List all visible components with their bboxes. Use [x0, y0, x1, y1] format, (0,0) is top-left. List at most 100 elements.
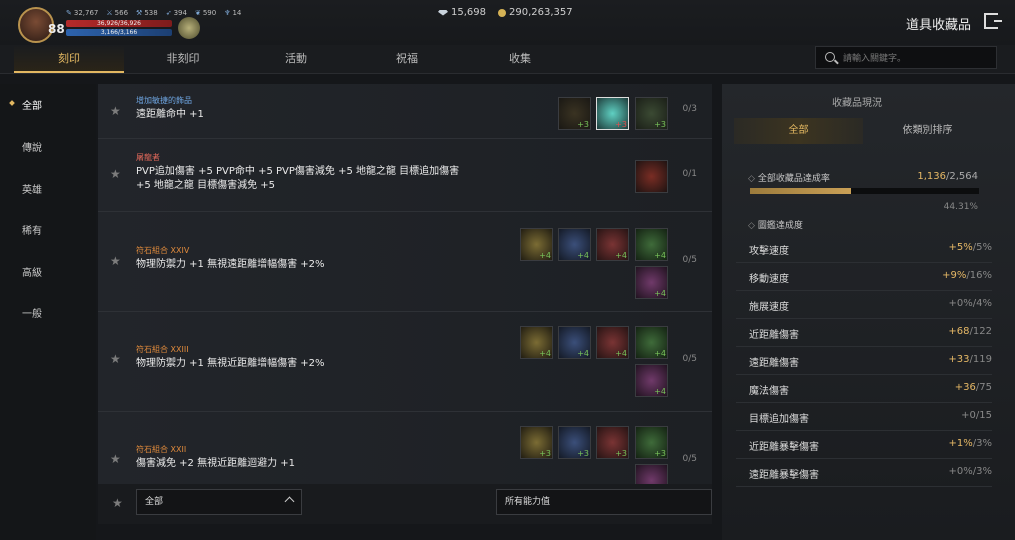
diamond-bullet-icon: ◇: [748, 221, 755, 231]
sidebar-item-heroic[interactable]: 英雄: [22, 181, 42, 196]
collection-effect: 傷害減免 +2 無視近距離迴避力 +1: [136, 458, 296, 469]
stat-value: +0/15: [961, 410, 992, 421]
rune-stone-item-icon[interactable]: +3: [596, 426, 629, 459]
rune-stone-item-icon[interactable]: +3: [635, 426, 668, 459]
collection-category: 屠龍者: [136, 153, 160, 162]
rune-stone-item-icon[interactable]: +4: [596, 326, 629, 359]
rune-stone-item-icon[interactable]: +4: [558, 326, 591, 359]
sidebar-item-all[interactable]: 全部: [22, 97, 42, 112]
panel-tabs: 全部 依類別排序: [734, 118, 992, 144]
guild-emblem-icon[interactable]: [178, 17, 200, 39]
rune-stone-item-icon[interactable]: +3: [520, 426, 553, 459]
overall-section: ◇ 全部收藏品達成率: [748, 174, 830, 184]
sidebar-item-advanced[interactable]: 高級: [22, 264, 42, 279]
rune-stone-item-icon[interactable]: +3: [558, 426, 591, 459]
diamond-count: 15,698: [451, 7, 486, 18]
tab-collect[interactable]: 收集: [465, 45, 575, 73]
list-item[interactable]: ★ 符石組合 XXIV 物理防禦力 +1 無視遠距離增幅傷害 +2% +4 +4…: [98, 212, 712, 312]
favorite-filter-star-icon[interactable]: ★: [112, 496, 123, 510]
top-bar: 88 ✎ 32,767 ⚔ 566 ⚒ 538 ➶ 394 ❦ 590 ♆ 14 36,92…: [0, 0, 1015, 45]
collection-count: 0/1: [682, 169, 697, 179]
gem-item-icon[interactable]: +3: [596, 97, 629, 130]
list-item[interactable]: ★ 符石組合 XXII 傷害減免 +2 無視近距離迴避力 +1 +3 +3 +3…: [98, 412, 712, 484]
tab-event[interactable]: 活動: [241, 45, 351, 73]
favorite-star-icon[interactable]: ★: [110, 452, 121, 466]
collection-effect: PVP追加傷害 +5 PVP命中 +5 PVP傷害減免 +5 地龍之龍 目標追加…: [136, 166, 460, 191]
stat-row: 施展速度 +0%/4%: [736, 290, 992, 319]
rune-icon: ♆: [224, 9, 231, 17]
tab-engraved[interactable]: 刻印: [14, 45, 124, 73]
list-item[interactable]: ★ 屠龍者 PVP追加傷害 +5 PVP命中 +5 PVP傷害減免 +5 地龍之…: [98, 139, 712, 212]
stat-value: +1%/3%: [948, 438, 992, 449]
bow-icon: ➶: [165, 9, 172, 17]
rune-stone-item-icon[interactable]: +4: [635, 228, 668, 261]
rune-stone-item-icon[interactable]: +4: [520, 326, 553, 359]
hp-bar: 36,926/36,926: [66, 20, 172, 27]
grade-sidebar: 全部 傳說 英雄 稀有 高級 一般: [0, 84, 96, 540]
filter-bar: ★ 全部 所有能力值: [98, 484, 712, 524]
chevron-up-icon: [284, 496, 295, 507]
character-level: 88: [48, 22, 65, 36]
collection-count: 0/5: [682, 255, 697, 265]
stat-value: +0%/3%: [948, 466, 992, 477]
tab-blessing[interactable]: 祝福: [352, 45, 462, 73]
stat-name: 遠距離暴擊傷害: [749, 470, 819, 481]
overall-progress-fill: [750, 188, 852, 194]
collection-effect: 遠距離命中 +1: [136, 109, 204, 120]
tab-non-engraved[interactable]: 非刻印: [128, 45, 238, 73]
rune-stone-item-icon[interactable]: +4: [635, 326, 668, 359]
character-stats: ✎ 32,767 ⚔ 566 ⚒ 538 ➶ 394 ❦ 590 ♆ 14: [66, 9, 241, 17]
sidebar-item-legendary[interactable]: 傳說: [22, 139, 42, 154]
rune-stone-item-icon[interactable]: +4: [635, 364, 668, 397]
rune-stone-item-icon[interactable]: +4: [558, 228, 591, 261]
rune-stat: ♆ 14: [224, 9, 242, 17]
sidebar-item-rare[interactable]: 稀有: [22, 222, 42, 237]
exit-icon[interactable]: [984, 13, 1002, 29]
rune-stone-item-icon[interactable]: +4: [520, 228, 553, 261]
wing-icon: ❦: [194, 9, 201, 17]
search-box[interactable]: [815, 46, 997, 69]
rune-stone-item-icon[interactable]: +4: [596, 228, 629, 261]
list-item[interactable]: ★ 增加敏捷的飾品 遠距離命中 +1 +3 +3 +3 0/3: [98, 84, 712, 139]
list-item[interactable]: ★ 符石組合 XXIII 物理防禦力 +1 無視近距離增幅傷害 +2% +4 +…: [98, 312, 712, 412]
stat-value: +5%/5%: [948, 242, 992, 253]
stat-name: 攻擊速度: [749, 246, 789, 257]
page-title: 道具收藏品: [905, 18, 971, 33]
gold-coin-icon: [498, 8, 506, 17]
collection-status-panel: 收藏品現況 全部 依類別排序 ◇ 全部收藏品達成率 1,136/2,564 44.…: [722, 84, 1015, 540]
ability-filter-dropdown[interactable]: 所有能力值: [496, 489, 712, 515]
sidebar-item-common[interactable]: 一般: [22, 305, 42, 320]
grade-filter-dropdown[interactable]: 全部: [136, 489, 302, 515]
stat-name: 移動速度: [749, 274, 789, 285]
sword-stat: ⚔ 566: [106, 9, 129, 17]
stat-name: 遠距離傷害: [749, 358, 799, 369]
collection-category: 符石組合 XXIV: [136, 246, 190, 255]
favorite-star-icon[interactable]: ★: [110, 104, 121, 118]
bracelet-item-icon[interactable]: +3: [635, 97, 668, 130]
stat-row: 近距離傷害 +68/122: [736, 318, 992, 347]
stat-row: 近距離暴擊傷害 +1%/3%: [736, 430, 992, 459]
collection-effect: 物理防禦力 +1 無視遠距離增幅傷害 +2%: [136, 259, 325, 270]
stat-value: +0%/4%: [948, 298, 992, 309]
dragon-dagger-item-icon[interactable]: [635, 160, 668, 193]
rune-stone-item-icon[interactable]: +3: [635, 464, 668, 484]
mp-bar: 3,166/3,166: [66, 29, 172, 36]
favorite-star-icon[interactable]: ★: [110, 167, 121, 181]
stat-row: 遠距離傷害 +33/119: [736, 346, 992, 375]
search-input[interactable]: [841, 50, 995, 67]
tab-by-category[interactable]: 依類別排序: [863, 118, 992, 144]
necklace-item-icon[interactable]: +3: [558, 97, 591, 130]
overall-count: 1,136/2,564: [917, 171, 978, 182]
stat-value: +36/75: [954, 382, 992, 393]
stat-row: 目標追加傷害 +0/15: [736, 402, 992, 431]
favorite-star-icon[interactable]: ★: [110, 352, 121, 366]
favorite-star-icon[interactable]: ★: [110, 254, 121, 268]
stat-row: 遠距離暴擊傷害 +0%/3%: [736, 458, 992, 487]
tab-all[interactable]: 全部: [734, 118, 863, 144]
currency-display: 15,698 290,263,357: [438, 7, 573, 18]
panel-title: 收藏品現況: [832, 98, 882, 109]
rune-stone-item-icon[interactable]: +4: [635, 266, 668, 299]
ability-filter-value: 所有能力值: [505, 497, 551, 507]
overall-percent: 44.31%: [943, 202, 978, 212]
collection-count: 0/5: [682, 454, 697, 464]
